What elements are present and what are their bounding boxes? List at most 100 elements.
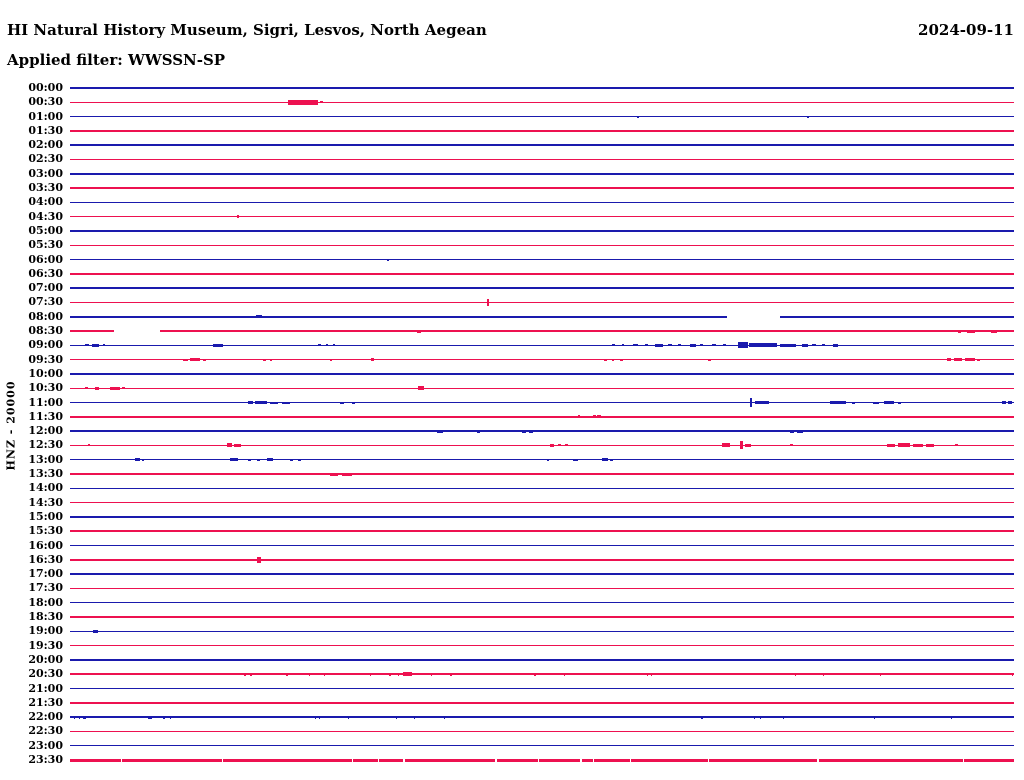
trace-noise-tick [347,715,349,719]
trace-event-mark [991,329,997,333]
trace-line [70,101,1014,104]
trace-event-mark [645,344,648,347]
trace-time-label: 11:00 [28,395,63,409]
trace-event-mark [578,415,580,419]
trace-line [70,301,1014,304]
trace-line [70,344,1014,347]
trace-band [70,758,1014,762]
trace-time-label: 16:00 [28,538,63,552]
trace-event-mark [88,444,90,447]
trace-noise-tick [430,716,432,719]
trace-time-label: 04:00 [28,195,63,209]
trace-noise-tick [356,673,358,676]
trace-noise-tick [782,715,784,719]
trace-event-mark [320,101,323,104]
trace-noise-tick [1012,672,1014,676]
trace-noise-tick [70,673,72,676]
trace-event-mark [830,401,846,405]
trace-event-mark [612,358,614,361]
trace-line [70,430,1014,432]
trace-event-mark [558,444,561,447]
trace-event-mark [913,443,923,447]
trace-time-label: 15:00 [28,509,63,523]
trace-noise-tick [884,673,887,676]
trace-noise-tick [881,716,883,719]
trace-time-label: 08:30 [28,324,63,338]
trace-time-label: 22:30 [28,724,63,738]
trace-event-mark [170,473,172,476]
trace-gap-speck [963,758,965,762]
trace-event-mark [234,443,241,447]
trace-noise-tick [163,715,166,719]
trace-event-mark [323,473,328,476]
trace-gap-speck [403,758,406,762]
trace-noise-tick [430,672,432,676]
trace-line [70,87,1014,89]
trace-noise-tick [527,716,529,719]
trace-event-mark [550,443,554,447]
trace-noise-tick [859,716,861,719]
trace-event-mark [740,441,743,450]
trace-event-mark [237,215,239,219]
trace-line [70,373,1014,375]
trace-event-mark [945,315,947,318]
trace-gap-speck [121,758,123,762]
trace-event-mark [330,472,338,476]
trace-line [70,687,1014,690]
trace-time-label: 20:30 [28,667,63,681]
trace-event-mark [190,358,200,362]
trace-event-mark [738,342,748,349]
trace-event-mark [267,458,273,462]
trace-event-mark [483,473,486,476]
trace-noise-tick [308,672,310,676]
helicorder-page: HI Natural History Museum, Sigri, Lesvos… [0,0,1024,780]
trace-event-mark [487,298,489,306]
trace-noise-tick [461,673,463,676]
trace-time-label: 03:00 [28,166,63,180]
trace-event-mark [155,716,158,719]
trace-event-mark [490,473,492,476]
trace-time-label: 21:30 [28,695,63,709]
trace-event-mark [355,473,361,476]
trace-line [70,616,1014,618]
trace-time-label: 00:00 [28,81,63,94]
trace-line [70,187,1014,189]
trace-noise-tick [563,672,565,676]
trace-event-mark [122,387,125,390]
trace-noise-tick [286,672,289,676]
trace-time-label: 10:30 [28,381,63,395]
trace-time-label: 04:30 [28,209,63,223]
trace-noise-tick [813,673,815,676]
trace-noise-tick [672,673,673,676]
trace-line [70,501,1014,504]
trace-time-label: 11:30 [28,409,63,423]
trace-noise-tick [806,673,808,676]
trace-noise-tick [540,716,542,719]
trace-noise-tick [79,715,80,719]
trace-time-label: 07:00 [28,281,63,295]
trace-noise-tick [949,716,951,719]
trace-noise-tick [244,672,247,676]
trace-noise-tick [454,716,456,719]
trace-line [70,316,1014,318]
trace-event-mark [288,99,318,105]
trace-noise-tick [789,716,792,719]
trace-event-mark [622,344,624,347]
trace-event-mark [142,458,144,461]
trace-event-mark [565,444,568,447]
trace-event-mark [383,430,385,433]
trace-noise-tick [950,715,952,719]
trace-time-label: 13:00 [28,452,63,466]
trace-noise-tick [249,672,252,676]
trace-line [70,630,1014,633]
trace-event-mark [898,401,901,404]
trace-event-mark [177,430,181,433]
trace-noise-tick [654,673,657,676]
trace-time-label: 02:30 [28,152,63,166]
trace-event-mark [257,458,260,461]
trace-event-mark [148,715,152,719]
trace-time-label: 19:30 [28,638,63,652]
trace-noise-tick [315,715,317,719]
trace-event-mark [282,401,290,404]
trace-event-mark [797,429,803,433]
